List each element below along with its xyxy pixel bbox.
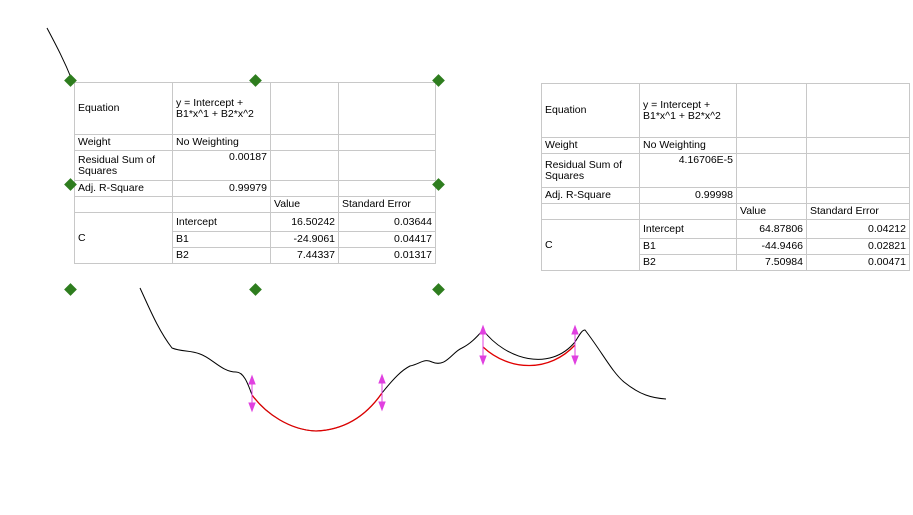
param-stderr: 0.04417: [338, 231, 436, 248]
weight-value: No Weighting: [639, 137, 737, 154]
range-marker-1[interactable]: [248, 374, 256, 413]
param-value: 7.50984: [736, 254, 807, 271]
param-value: -44.9466: [736, 238, 807, 255]
param-stderr: 0.00471: [806, 254, 910, 271]
param-name: B1: [172, 231, 271, 248]
stderr-header: Standard Error: [806, 203, 910, 220]
adj-r-square-value: 0.99998: [639, 187, 737, 204]
param-group-label: C: [74, 212, 173, 264]
param-value: 7.44337: [270, 247, 339, 264]
param-stderr: 0.04212: [806, 219, 910, 239]
adj-r-square-label: Adj. R-Square: [74, 180, 173, 197]
param-stderr: 0.02821: [806, 238, 910, 255]
adj-r-square-value: 0.99979: [172, 180, 271, 197]
param-name: B2: [639, 254, 737, 271]
data-curve-segment-top: [46, 27, 73, 81]
rss-value: 4.16706E-5: [639, 153, 737, 188]
fit-curve-1: [251, 392, 383, 432]
param-value: 64.87806: [736, 219, 807, 239]
rss-value: 0.00187: [172, 150, 271, 181]
fit-results-table-2[interactable]: Equation y = Intercept + B1*x^1 + B2*x^2…: [541, 83, 910, 271]
equation-label: Equation: [541, 83, 640, 138]
equation-value: y = Intercept + B1*x^1 + B2*x^2: [639, 83, 737, 138]
fit-curve-2: [482, 344, 576, 367]
value-header: Value: [270, 196, 339, 213]
adj-r-square-label: Adj. R-Square: [541, 187, 640, 204]
range-marker-3[interactable]: [479, 324, 487, 366]
rss-label: Residual Sum of Squares: [541, 153, 640, 188]
equation-label: Equation: [74, 82, 173, 135]
param-name: Intercept: [639, 219, 737, 239]
value-header: Value: [736, 203, 807, 220]
weight-value: No Weighting: [172, 134, 271, 151]
param-name: Intercept: [172, 212, 271, 232]
rss-label: Residual Sum of Squares: [74, 150, 173, 181]
data-curve: [139, 287, 667, 432]
equation-value: y = Intercept + B1*x^1 + B2*x^2: [172, 82, 271, 135]
param-name: B1: [639, 238, 737, 255]
stderr-header: Standard Error: [338, 196, 436, 213]
param-group-label: C: [541, 219, 640, 271]
weight-label: Weight: [541, 137, 640, 154]
param-name: B2: [172, 247, 271, 264]
param-value: -24.9061: [270, 231, 339, 248]
param-stderr: 0.01317: [338, 247, 436, 264]
param-value: 16.50242: [270, 212, 339, 232]
weight-label: Weight: [74, 134, 173, 151]
fit-results-table-1[interactable]: Equation y = Intercept + B1*x^1 + B2*x^2…: [74, 82, 436, 264]
range-marker-2[interactable]: [378, 373, 386, 412]
param-stderr: 0.03644: [338, 212, 436, 232]
